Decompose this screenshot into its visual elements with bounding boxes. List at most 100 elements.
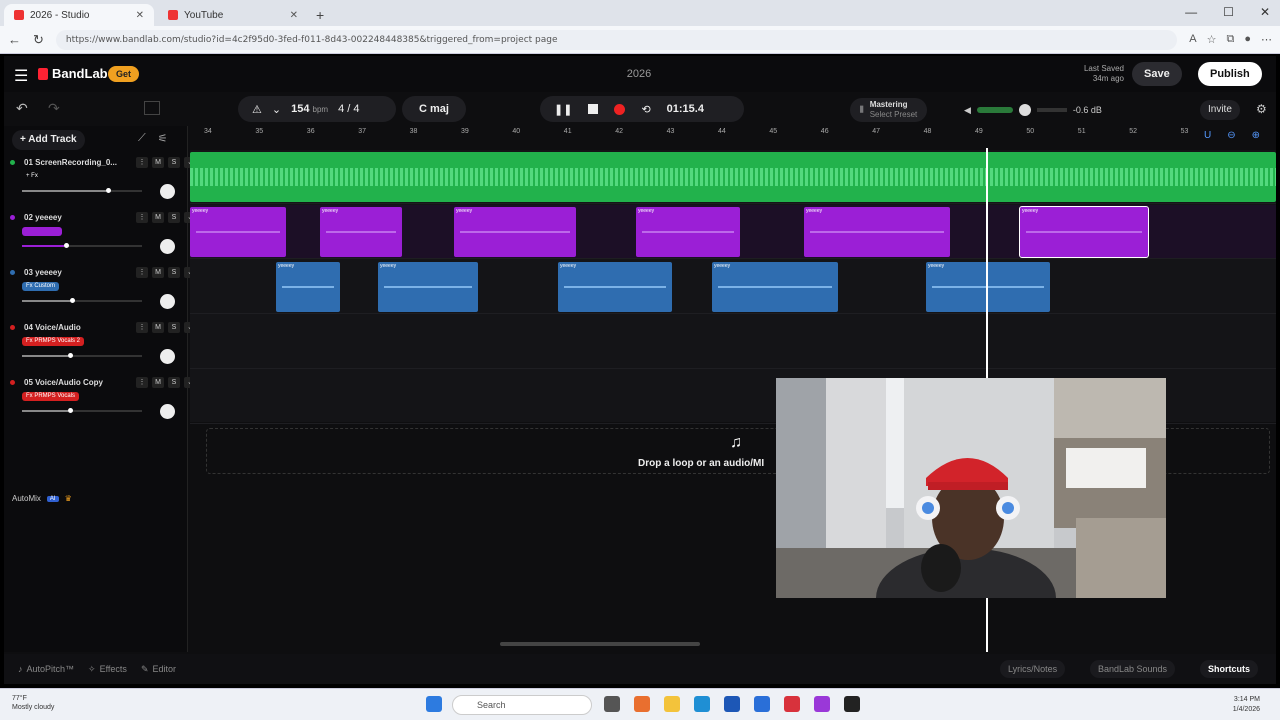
tempo-control[interactable]: ⚠ ⌄ 154 bpm 4 / 4 — [238, 96, 396, 122]
copilot-icon[interactable] — [634, 696, 650, 712]
minimize-icon[interactable]: — — [1185, 5, 1197, 19]
solo-button[interactable]: S — [168, 212, 180, 223]
stop-icon[interactable] — [588, 104, 599, 114]
track-pan-knob[interactable] — [160, 239, 175, 254]
undo-icon[interactable]: ↶ — [16, 100, 28, 117]
track-lane[interactable]: yeeeey yeeeey yeeeey yeeeey yeeeey — [190, 260, 1276, 314]
track-volume-slider[interactable] — [22, 298, 142, 303]
favorite-icon[interactable]: ☆ — [1207, 33, 1217, 46]
audio-clip[interactable]: yeeeey — [712, 262, 838, 312]
redo-icon[interactable]: ↷ — [48, 100, 60, 117]
mute-button[interactable]: M — [152, 157, 164, 168]
app-icon[interactable] — [844, 696, 860, 712]
slider-handle[interactable] — [67, 353, 73, 358]
track-pan-knob[interactable] — [160, 294, 175, 309]
mastering-button[interactable]: ⫼ Mastering Select Preset — [850, 98, 928, 122]
url-field[interactable]: https://www.bandlab.com/studio?id=4c2f95… — [55, 29, 1178, 50]
lyrics-notes-button[interactable]: Lyrics/Notes — [1000, 660, 1066, 678]
record-icon[interactable] — [614, 103, 626, 115]
key-selector[interactable]: C maj — [402, 96, 466, 122]
add-track-button[interactable]: + Add Track — [12, 130, 85, 150]
settings-icon[interactable]: ⚟ — [158, 132, 168, 145]
save-button[interactable]: Save — [1132, 62, 1182, 86]
track-header[interactable]: 03 yeeeey⋮MS⌄Fx Custom — [4, 264, 196, 318]
horizontal-scrollbar[interactable] — [500, 642, 700, 646]
back-icon[interactable]: ← — [8, 32, 21, 47]
track-fx-badge[interactable]: Fx PRMPS Vocals — [22, 392, 80, 401]
project-title[interactable]: 2026 — [604, 68, 674, 80]
outlook-icon[interactable] — [754, 696, 770, 712]
track-pan-knob[interactable] — [160, 349, 175, 364]
zoom-out-icon[interactable]: ⊖ — [1227, 130, 1235, 141]
tab-studio[interactable]: 2026 - Studio ✕ — [4, 4, 154, 26]
shortcuts-button[interactable]: Shortcuts — [1200, 660, 1259, 678]
track-more-icon[interactable]: ⋮ — [136, 157, 148, 168]
slider-handle[interactable] — [106, 188, 111, 193]
mute-button[interactable]: M — [152, 267, 164, 278]
editor-button[interactable]: ✎ Editor — [141, 664, 176, 675]
slider-handle[interactable] — [70, 298, 75, 303]
close-tab-icon[interactable]: ✕ — [290, 10, 298, 21]
track-fx-badge[interactable]: Fx PRMPS Vocals 2 — [22, 337, 85, 346]
app-icon[interactable] — [814, 696, 830, 712]
track-pan-knob[interactable] — [160, 184, 175, 199]
slider-handle[interactable] — [64, 243, 69, 248]
slider-handle[interactable] — [67, 408, 73, 413]
zoom-in-icon[interactable]: ⊕ — [1252, 130, 1260, 141]
profile-icon[interactable]: ● — [1244, 33, 1251, 46]
store-icon[interactable] — [724, 696, 740, 712]
track-header[interactable]: 02 yeeeey⋮MS⌄ — [4, 209, 196, 263]
audio-clip[interactable]: yeeeey — [1019, 206, 1149, 258]
extensions-icon[interactable]: ⧉ — [1226, 33, 1234, 46]
track-more-icon[interactable]: ⋮ — [136, 322, 148, 333]
tab-youtube[interactable]: YouTube ✕ — [158, 4, 308, 26]
track-name[interactable]: 03 yeeeey — [24, 268, 120, 277]
loop-icon[interactable]: ⟲ — [641, 103, 650, 116]
weather-widget[interactable]: 77°F Mostly cloudy — [12, 694, 54, 712]
solo-button[interactable]: S — [168, 267, 180, 278]
audio-clip[interactable]: yeeeey — [926, 262, 1050, 312]
metronome-icon[interactable]: ⚠ — [252, 103, 262, 116]
refresh-icon[interactable]: ↻ — [33, 32, 44, 48]
track-name[interactable]: 04 Voice/Audio — [24, 323, 120, 332]
track-name[interactable]: 01 ScreenRecording_0... — [24, 158, 120, 167]
track-volume-slider[interactable] — [22, 243, 142, 248]
bandlab-logo[interactable]: BandLab — [38, 66, 108, 81]
track-more-icon[interactable]: ⋮ — [136, 377, 148, 388]
volume-knob[interactable] — [1018, 104, 1031, 116]
audio-clip[interactable]: yeeeey — [636, 207, 740, 257]
audio-clip[interactable]: yeeeey — [190, 207, 286, 257]
audio-clip[interactable]: yeeeey — [378, 262, 478, 312]
audio-clip[interactable]: yeeeey — [558, 262, 672, 312]
get-membership-button[interactable]: Get — [108, 66, 140, 82]
close-window-icon[interactable]: ✕ — [1260, 5, 1270, 19]
solo-button[interactable]: S — [168, 157, 180, 168]
mute-button[interactable]: M — [152, 212, 164, 223]
chevron-down-icon[interactable]: ⌄ — [272, 103, 281, 116]
track-header[interactable]: 01 ScreenRecording_0...⋮MS⌄+ Fx — [4, 154, 196, 208]
task-view-icon[interactable] — [604, 696, 620, 712]
audio-clip[interactable]: yeeeey — [454, 207, 576, 257]
effects-button[interactable]: ✧ Effects — [88, 664, 127, 675]
wand-icon[interactable]: ⟋ — [138, 132, 146, 145]
track-header[interactable]: 04 Voice/Audio⋮MS⌄Fx PRMPS Vocals 2 — [4, 319, 196, 373]
read-aloud-icon[interactable]: A — [1189, 33, 1196, 46]
track-fx-badge[interactable]: Fx Custom — [22, 282, 60, 291]
audio-clip[interactable]: yeeeey — [276, 262, 340, 312]
track-more-icon[interactable]: ⋮ — [136, 212, 148, 223]
edge-icon[interactable] — [694, 696, 710, 712]
taskbar-search[interactable]: Search — [452, 695, 592, 715]
track-volume-slider[interactable] — [22, 408, 142, 413]
audio-clip[interactable]: yeeeey — [320, 207, 402, 257]
system-clock[interactable]: 3:14 PM 1/4/2026 — [1233, 695, 1260, 715]
speaker-icon[interactable]: ◀ — [964, 105, 971, 116]
autopitch-button[interactable]: ♪ AutoPitch™ — [18, 664, 74, 674]
track-fx-badge[interactable]: + Fx — [22, 172, 42, 181]
app-icon[interactable] — [784, 696, 800, 712]
timeline-ruler[interactable]: 34 35 36 37 38 39 40 41 42 43 44 45 46 47 48 49 50 51 52 53 — [190, 126, 1276, 150]
time-signature[interactable]: 4 / 4 — [338, 103, 359, 115]
track-lane[interactable] — [190, 150, 1276, 204]
track-pan-knob[interactable] — [160, 404, 175, 419]
audio-clip[interactable]: yeeeey — [804, 207, 950, 257]
publish-button[interactable]: Publish — [1198, 62, 1262, 86]
